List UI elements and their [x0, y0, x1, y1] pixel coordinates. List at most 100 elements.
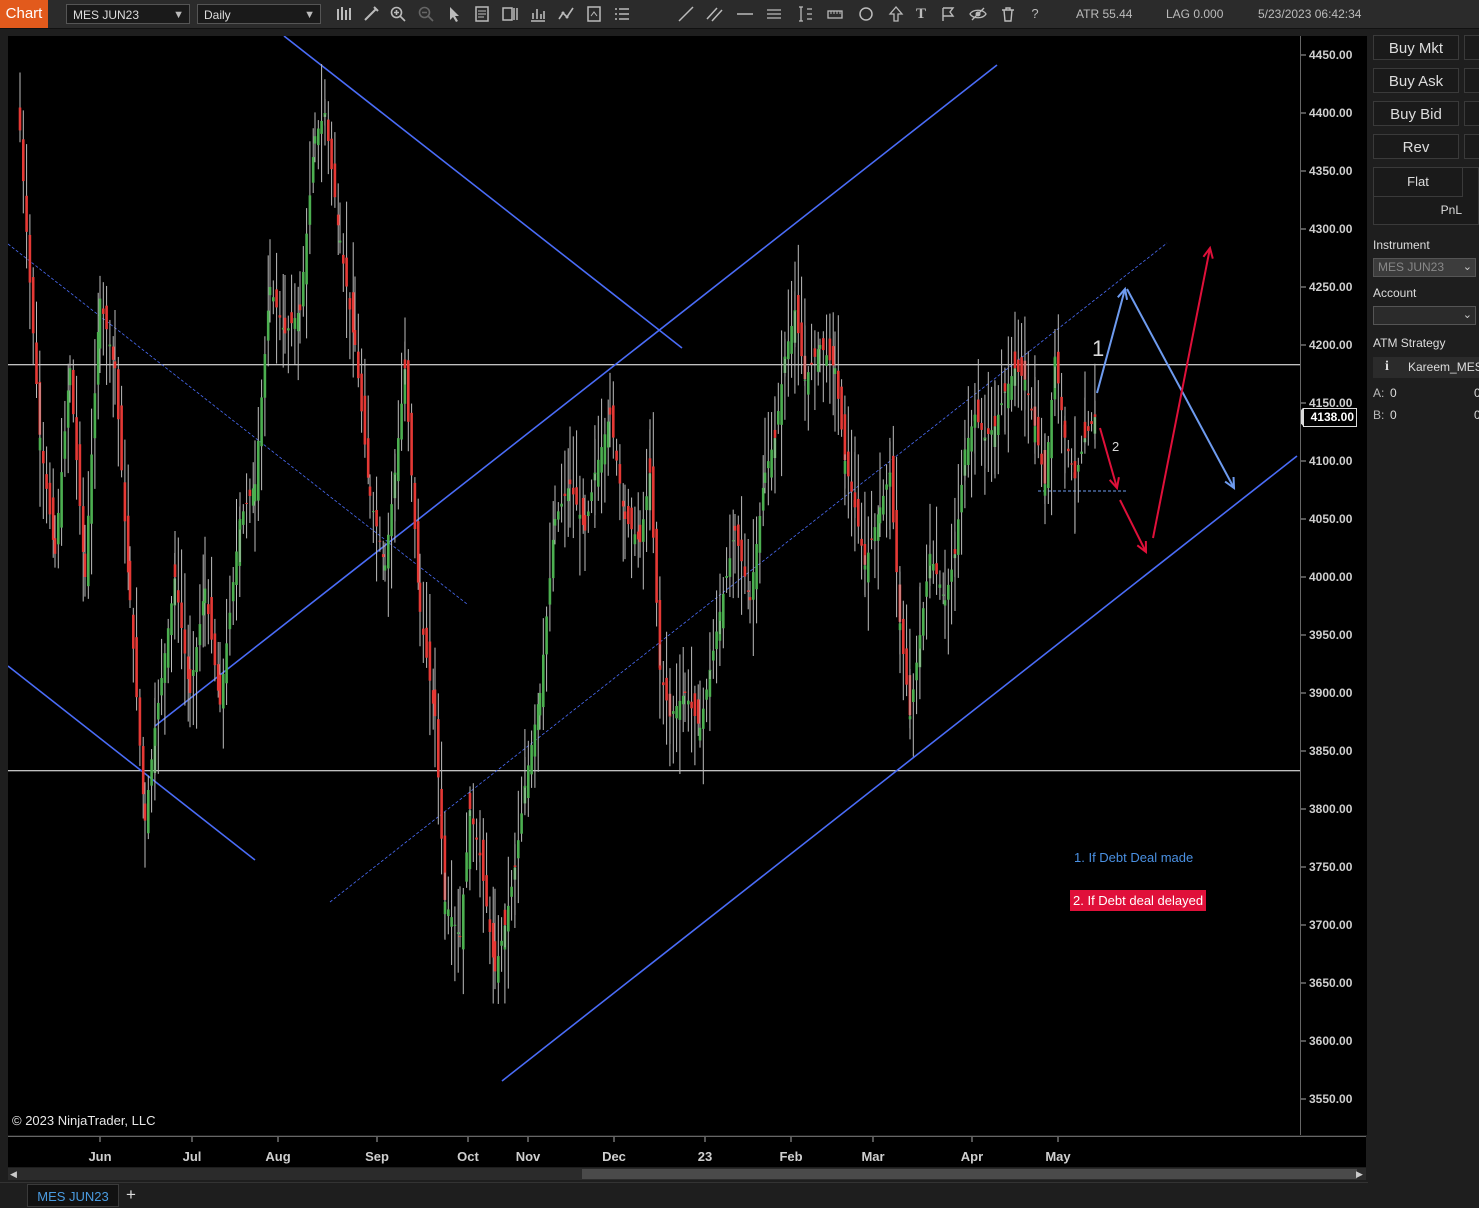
chart-tab[interactable]: Chart — [0, 0, 48, 28]
time-axis[interactable]: Jun Jul Aug Sep Oct Nov Dec 23 Feb Mar Apr May — [8, 1136, 1366, 1167]
candlestick — [266, 255, 270, 367]
scenario-note-red: 2. If Debt deal delayed — [1070, 890, 1207, 911]
candlestick — [458, 886, 462, 948]
close-button[interactable] — [1464, 134, 1479, 159]
candlestick — [410, 403, 413, 502]
red-scenario-arrow-down[interactable] — [1099, 427, 1120, 491]
scroll-left-icon[interactable]: ◀ — [10, 1168, 17, 1180]
candlestick — [366, 395, 370, 485]
instrument-tab[interactable]: MES JUN23 — [27, 1184, 119, 1207]
price-chart[interactable] — [8, 36, 1300, 1135]
candlestick — [387, 512, 390, 617]
candlestick — [630, 497, 633, 579]
candlestick — [825, 314, 828, 383]
trendline[interactable] — [154, 64, 998, 727]
candlestick — [810, 323, 813, 381]
horizontal-line-icon[interactable] — [736, 5, 754, 23]
chart-panel[interactable]: 1 2 1. If Debt Deal made 2. If Debt deal… — [8, 36, 1300, 1135]
candlestick — [763, 417, 767, 494]
candlestick — [761, 455, 765, 527]
buy-ask-button[interactable]: Buy Ask — [1373, 68, 1459, 93]
instrument-select[interactable]: MES JUN23 ⌄ — [1373, 258, 1476, 277]
candlestick — [708, 632, 712, 732]
arrow-up-icon[interactable] — [887, 5, 905, 23]
candlestick — [882, 479, 885, 521]
candlestick — [621, 483, 625, 562]
sell-market-button[interactable] — [1464, 35, 1479, 60]
indicators-icon[interactable] — [529, 5, 547, 23]
buy-bid-button[interactable]: Buy Bid — [1373, 101, 1459, 126]
scenario-note-blue: 1. If Debt Deal made — [1074, 850, 1194, 865]
interval-selector[interactable]: Daily ▼ — [197, 4, 321, 24]
blue-scenario-arrow-down[interactable] — [1126, 288, 1236, 491]
candlestick — [787, 289, 790, 397]
candlestick — [652, 412, 655, 554]
candlestick — [453, 906, 457, 982]
candlestick — [275, 252, 278, 364]
candlestick — [1067, 439, 1070, 468]
candlestick — [111, 336, 115, 418]
candlestick — [360, 348, 363, 433]
vertical-measure-icon[interactable] — [796, 5, 814, 23]
data-box-icon[interactable] — [473, 5, 491, 23]
eye-icon[interactable] — [969, 5, 987, 23]
annotation-label-1: 1 — [1092, 336, 1105, 361]
list-icon[interactable] — [613, 5, 631, 23]
trendline[interactable] — [501, 455, 1298, 1082]
time-tick-label: Mar — [861, 1149, 884, 1164]
info-icon[interactable]: i — [1385, 359, 1389, 375]
text-tool-icon[interactable]: T — [912, 5, 930, 23]
instrument-selector[interactable]: MES JUN23 ▼ — [66, 4, 190, 24]
zoom-out-icon[interactable] — [417, 5, 435, 23]
scroll-right-icon[interactable]: ▶ — [1356, 1168, 1363, 1180]
scenario-arrow-group — [1096, 245, 1236, 555]
scrollbar-thumb[interactable] — [582, 1169, 1357, 1179]
candlestick — [60, 417, 63, 546]
price-tick-label: 4000.00 — [1309, 570, 1353, 584]
candlestick — [81, 477, 85, 602]
line-tool-icon[interactable] — [677, 5, 695, 23]
trendline[interactable] — [283, 36, 683, 349]
ruler-icon[interactable] — [826, 5, 844, 23]
price-tick-label: 3850.00 — [1309, 744, 1353, 758]
price-axis[interactable]: 4450.00 4400.00 4350.00 4300.00 4250.00 4200.… — [1295, 36, 1367, 1135]
red-scenario-arrow-down-2[interactable] — [1119, 499, 1148, 555]
properties-icon[interactable] — [501, 5, 519, 23]
help-icon[interactable]: ? — [1026, 5, 1044, 23]
bars-type-icon[interactable] — [335, 5, 353, 23]
position-box: Flat PnL — [1373, 167, 1479, 225]
drawing-tool-icon[interactable] — [362, 5, 380, 23]
ellipse-tool-icon[interactable] — [857, 5, 875, 23]
buy-market-button[interactable]: Buy Mkt — [1373, 35, 1459, 60]
region-tool-icon[interactable] — [940, 5, 958, 23]
candlestick — [278, 290, 282, 341]
instrument-tab-bar: MES JUN23 + — [0, 1182, 1479, 1208]
add-tab-button[interactable]: + — [122, 1185, 140, 1205]
cursor-pointer-icon[interactable] — [445, 5, 463, 23]
candlestick — [712, 619, 715, 679]
candlestick — [317, 120, 320, 170]
sell-ask-button[interactable] — [1464, 68, 1479, 93]
account-select[interactable]: ⌄ — [1373, 306, 1476, 325]
candlestick — [1017, 319, 1020, 408]
sell-bid-button[interactable] — [1464, 101, 1479, 126]
templates-icon[interactable] — [585, 5, 603, 23]
fibonacci-icon[interactable] — [765, 5, 783, 23]
candlestick — [885, 464, 888, 538]
strategies-icon[interactable] — [557, 5, 575, 23]
b-value: 0 — [1390, 408, 1397, 422]
zoom-in-icon[interactable] — [389, 5, 407, 23]
trash-icon[interactable] — [999, 5, 1017, 23]
candlestick — [440, 741, 443, 875]
candlestick — [290, 274, 293, 347]
candlestick — [715, 590, 718, 684]
channel-tool-icon[interactable] — [706, 5, 724, 23]
candlestick — [977, 359, 980, 429]
atm-strategy-select[interactable]: i Kareem_MES — [1373, 357, 1479, 378]
candlestick — [160, 638, 163, 716]
candlestick — [48, 462, 52, 530]
candlestick — [450, 860, 453, 966]
reverse-button[interactable]: Rev — [1373, 134, 1459, 159]
price-axis-scale: 4450.00 4400.00 4350.00 4300.00 4250.00 4200.… — [1295, 48, 1353, 1106]
horizontal-scrollbar[interactable]: ◀ ▶ — [8, 1168, 1366, 1180]
